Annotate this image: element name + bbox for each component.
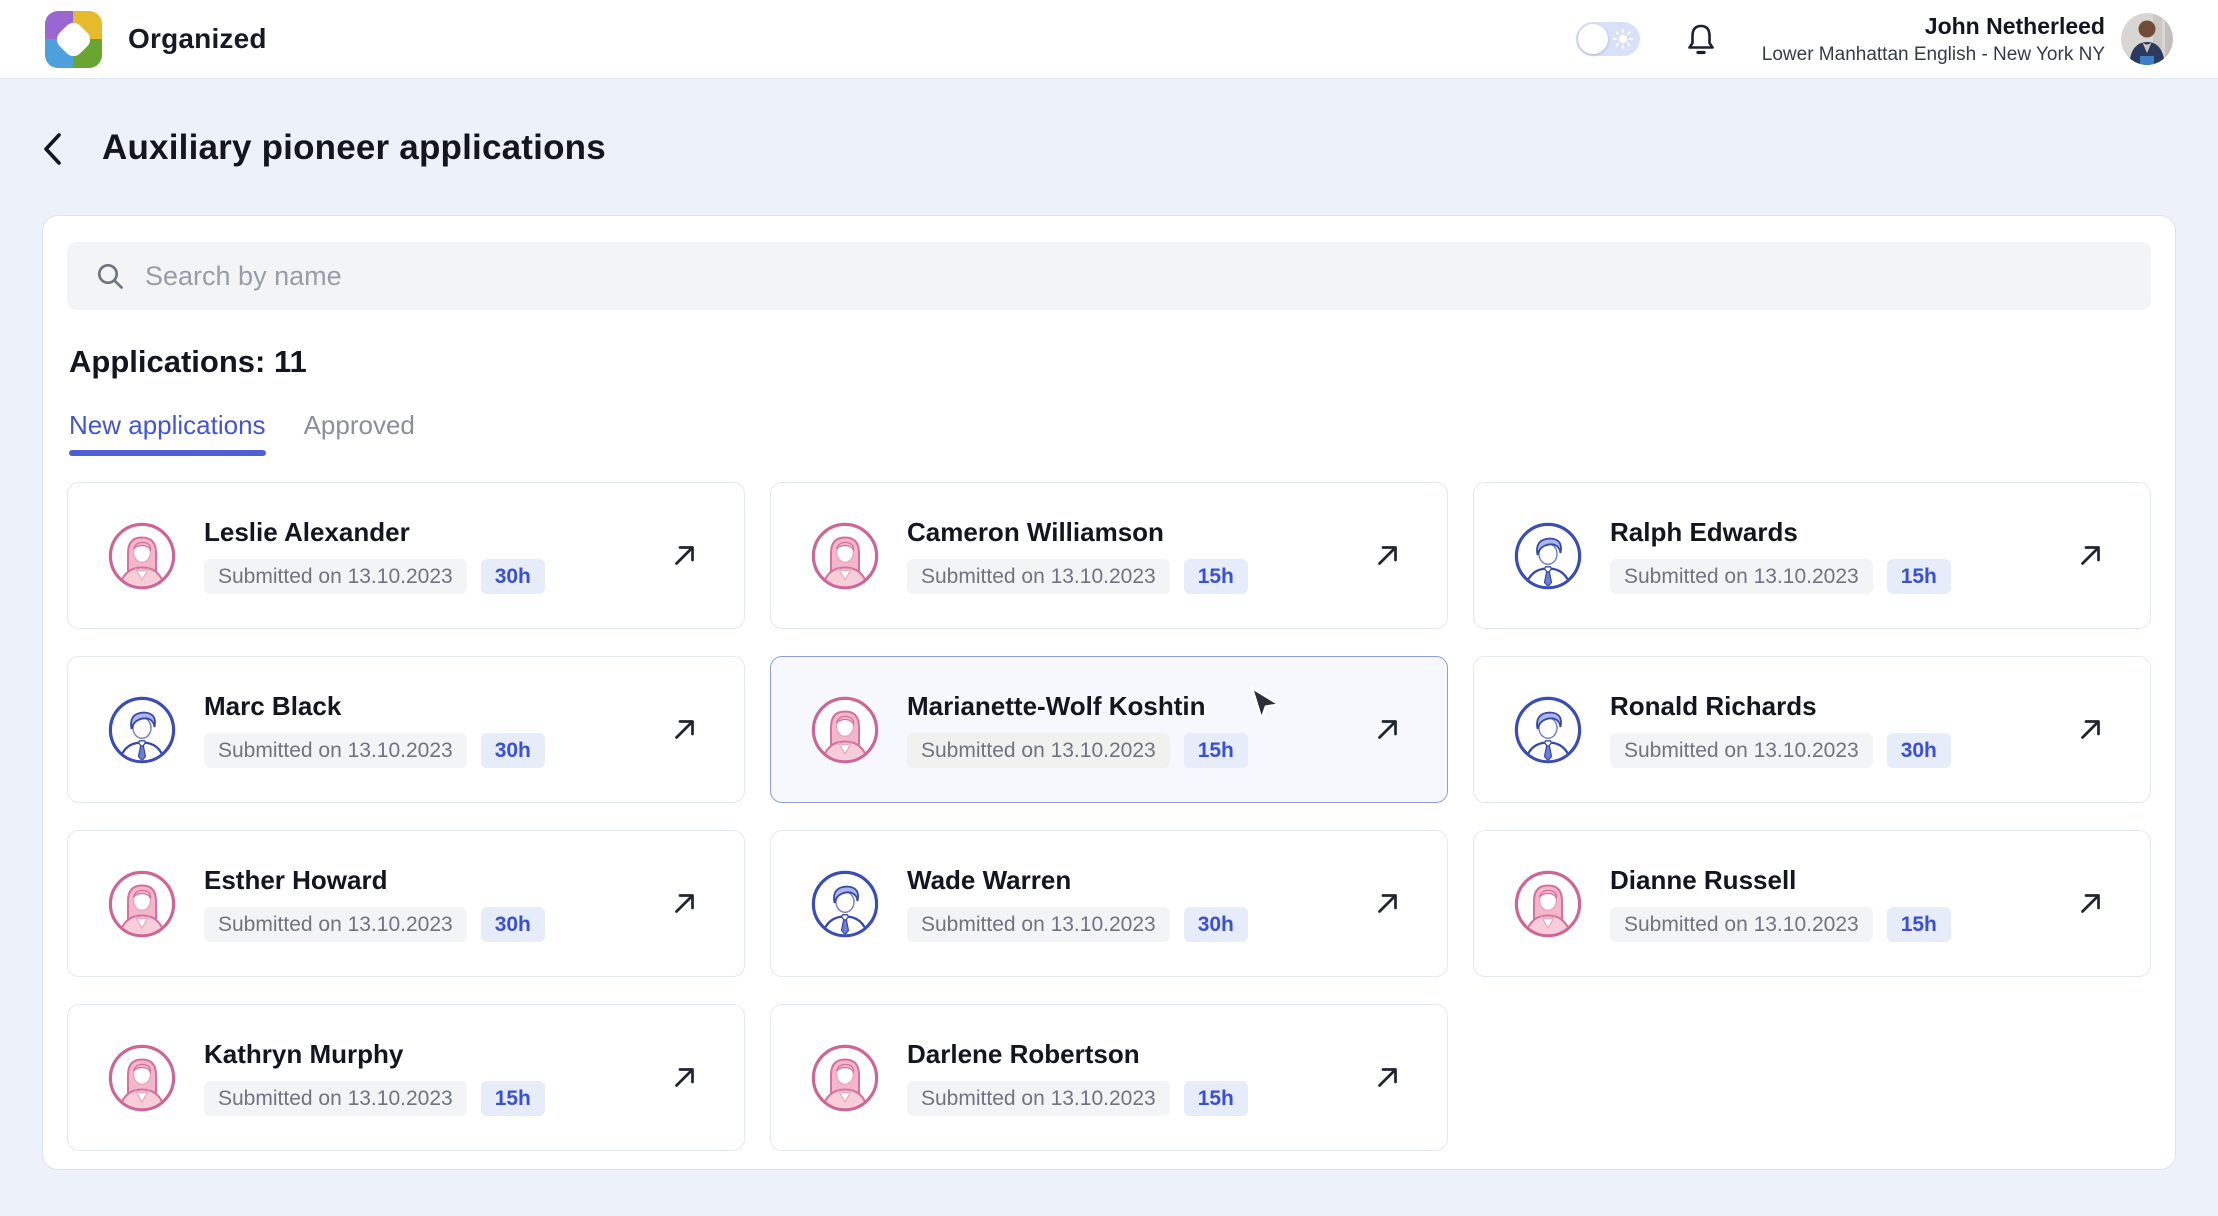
application-card[interactable]: Esther Howard Submitted on 13.10.2023 30… bbox=[67, 830, 745, 977]
open-application-icon[interactable] bbox=[2075, 888, 2106, 919]
application-card[interactable]: Wade Warren Submitted on 13.10.2023 30h bbox=[770, 830, 1448, 977]
applications-grid: Leslie Alexander Submitted on 13.10.2023… bbox=[67, 482, 2151, 1151]
open-application-icon[interactable] bbox=[669, 1062, 700, 1093]
brand-name: Organized bbox=[128, 23, 267, 54]
open-application-icon[interactable] bbox=[1372, 888, 1403, 919]
hours-badge: 30h bbox=[480, 907, 545, 942]
submitted-date-badge: Submitted on 13.10.2023 bbox=[907, 1081, 1170, 1116]
theme-toggle[interactable] bbox=[1575, 22, 1640, 56]
search-input[interactable] bbox=[145, 260, 2123, 292]
toggle-knob[interactable] bbox=[1577, 24, 1608, 54]
avatar-male-icon bbox=[811, 870, 879, 938]
submitted-date-badge: Submitted on 13.10.2023 bbox=[204, 733, 467, 768]
avatar-male-icon bbox=[108, 696, 176, 764]
hours-badge: 30h bbox=[480, 559, 545, 594]
submitted-date-badge: Submitted on 13.10.2023 bbox=[907, 733, 1170, 768]
avatar-female-icon bbox=[108, 870, 176, 938]
back-button[interactable] bbox=[40, 128, 64, 168]
applications-panel: Applications: 11 New applications Approv… bbox=[42, 215, 2176, 1170]
avatar-female-icon bbox=[811, 522, 879, 590]
search-icon bbox=[95, 261, 125, 291]
tabs: New applications Approved bbox=[69, 410, 2151, 456]
open-application-icon[interactable] bbox=[1372, 540, 1403, 571]
applicant-name: Wade Warren bbox=[907, 865, 1072, 895]
tab-new-applications[interactable]: New applications bbox=[69, 410, 266, 456]
submitted-date-badge: Submitted on 13.10.2023 bbox=[204, 1081, 467, 1116]
submitted-date-badge: Submitted on 13.10.2023 bbox=[1610, 907, 1873, 942]
applicant-name: Esther Howard bbox=[204, 865, 388, 895]
application-card[interactable]: Leslie Alexander Submitted on 13.10.2023… bbox=[67, 482, 745, 629]
brand: Organized bbox=[45, 10, 267, 68]
submitted-date-badge: Submitted on 13.10.2023 bbox=[1610, 559, 1873, 594]
hours-badge: 30h bbox=[480, 733, 545, 768]
open-application-icon[interactable] bbox=[1372, 1062, 1403, 1093]
applicant-name: Marianette-Wolf Koshtin bbox=[907, 691, 1206, 721]
submitted-date-badge: Submitted on 13.10.2023 bbox=[907, 559, 1170, 594]
applicant-name: Leslie Alexander bbox=[204, 517, 410, 547]
application-card[interactable]: Marianette-Wolf Koshtin Submitted on 13.… bbox=[770, 656, 1448, 803]
submitted-date-badge: Submitted on 13.10.2023 bbox=[1610, 733, 1873, 768]
sun-icon bbox=[1612, 28, 1633, 54]
avatar-female-icon bbox=[1514, 870, 1582, 938]
hours-badge: 15h bbox=[1886, 559, 1951, 594]
application-card[interactable]: Cameron Williamson Submitted on 13.10.20… bbox=[770, 482, 1448, 629]
app-logo-icon bbox=[45, 10, 102, 68]
page-title: Auxiliary pioneer applications bbox=[102, 128, 606, 167]
open-application-icon[interactable] bbox=[669, 540, 700, 571]
application-card[interactable]: Ronald Richards Submitted on 13.10.2023 … bbox=[1473, 656, 2151, 803]
avatar-female-icon bbox=[108, 522, 176, 590]
top-bar: Organized John Netherleed Lower Manhatta… bbox=[0, 0, 2218, 79]
avatar-female-icon bbox=[811, 1044, 879, 1112]
search-bar[interactable] bbox=[67, 242, 2151, 310]
submitted-date-badge: Submitted on 13.10.2023 bbox=[907, 907, 1170, 942]
avatar-male-icon bbox=[1514, 696, 1582, 764]
applicant-name: Dianne Russell bbox=[1610, 865, 1797, 895]
tab-approved[interactable]: Approved bbox=[304, 410, 415, 456]
application-card[interactable]: Marc Black Submitted on 13.10.2023 30h bbox=[67, 656, 745, 803]
user-name: John Netherleed bbox=[1924, 12, 2105, 39]
submitted-date-badge: Submitted on 13.10.2023 bbox=[204, 907, 467, 942]
hours-badge: 30h bbox=[1886, 733, 1951, 768]
application-card[interactable]: Kathryn Murphy Submitted on 13.10.2023 1… bbox=[67, 1004, 745, 1151]
applicant-name: Marc Black bbox=[204, 691, 342, 721]
applicant-name: Ralph Edwards bbox=[1610, 517, 1798, 547]
user-avatar[interactable] bbox=[2121, 13, 2173, 65]
application-card[interactable]: Darlene Robertson Submitted on 13.10.202… bbox=[770, 1004, 1448, 1151]
open-application-icon[interactable] bbox=[1372, 714, 1403, 745]
applicant-name: Ronald Richards bbox=[1610, 691, 1817, 721]
hours-badge: 15h bbox=[1183, 733, 1248, 768]
applicant-name: Darlene Robertson bbox=[907, 1039, 1140, 1069]
application-card[interactable]: Ralph Edwards Submitted on 13.10.2023 15… bbox=[1473, 482, 2151, 629]
user-info[interactable]: John Netherleed Lower Manhattan English … bbox=[1762, 12, 2105, 67]
submitted-date-badge: Submitted on 13.10.2023 bbox=[204, 559, 467, 594]
open-application-icon[interactable] bbox=[2075, 714, 2106, 745]
open-application-icon[interactable] bbox=[2075, 540, 2106, 571]
hours-badge: 15h bbox=[1183, 559, 1248, 594]
applications-count: Applications: 11 bbox=[69, 344, 307, 379]
hours-badge: 15h bbox=[1183, 1081, 1248, 1116]
avatar-female-icon bbox=[811, 696, 879, 764]
open-application-icon[interactable] bbox=[669, 888, 700, 919]
avatar-female-icon bbox=[108, 1044, 176, 1112]
hours-badge: 15h bbox=[1886, 907, 1951, 942]
user-congregation: Lower Manhattan English - New York NY bbox=[1761, 43, 2105, 65]
hours-badge: 15h bbox=[480, 1081, 545, 1116]
applicant-name: Kathryn Murphy bbox=[204, 1039, 404, 1069]
application-card[interactable]: Dianne Russell Submitted on 13.10.2023 1… bbox=[1473, 830, 2151, 977]
notifications-bell-icon[interactable] bbox=[1686, 22, 1716, 56]
hours-badge: 30h bbox=[1183, 907, 1248, 942]
avatar-male-icon bbox=[1514, 522, 1582, 590]
applicant-name: Cameron Williamson bbox=[907, 517, 1164, 547]
open-application-icon[interactable] bbox=[669, 714, 700, 745]
